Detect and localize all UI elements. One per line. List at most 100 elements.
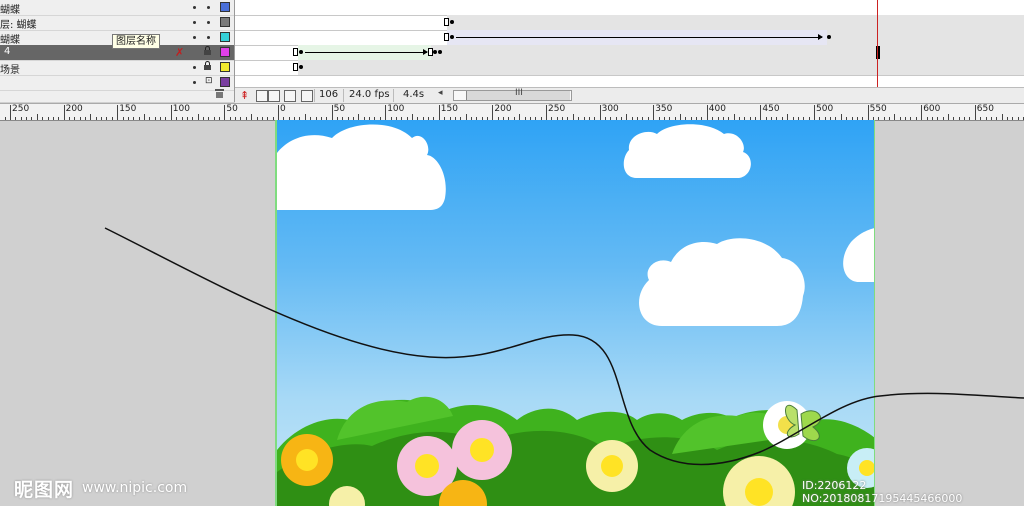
scroll-left-icon[interactable]: ◂	[438, 88, 443, 98]
scrollbar-thumb[interactable]: III	[466, 88, 570, 100]
lock-icon[interactable]	[204, 46, 211, 55]
layer-outline-color[interactable]	[220, 17, 230, 27]
ruler-tick	[144, 114, 145, 120]
eye-toggle-icon[interactable]	[193, 36, 196, 39]
ruler-tick	[915, 117, 917, 120]
keyframe[interactable]	[433, 50, 437, 54]
layer-row[interactable]: 层: 蝴蝶	[0, 15, 234, 31]
ruler-tick	[181, 117, 183, 120]
keyframe[interactable]	[450, 35, 454, 39]
ruler-tick	[653, 105, 655, 120]
timeline-row[interactable]	[235, 75, 1024, 87]
ruler-label: 550	[869, 104, 887, 114]
layer-name: 4	[4, 46, 11, 57]
cloud	[639, 238, 805, 326]
layer-outline-color[interactable]	[220, 47, 230, 57]
keyframe[interactable]	[299, 65, 303, 69]
layer-row[interactable]: ⊡	[0, 75, 234, 91]
layer-outline-color[interactable]	[220, 32, 230, 42]
frame-rate[interactable]: 24.0 fps	[349, 89, 390, 100]
ruler-tick	[90, 114, 92, 120]
keyframe[interactable]	[299, 50, 303, 54]
ruler-label: 350	[655, 104, 673, 114]
eye-toggle-icon[interactable]	[193, 66, 196, 69]
stage-border	[874, 120, 875, 506]
lock-toggle-icon[interactable]	[207, 6, 210, 9]
modify-markers-icon[interactable]	[301, 90, 313, 102]
eye-toggle-icon[interactable]	[193, 81, 196, 84]
layer-row[interactable]: 场景	[0, 60, 234, 76]
eye-toggle-icon[interactable]	[193, 21, 196, 24]
layer-outline-color[interactable]	[220, 62, 230, 72]
layer-row[interactable]: 蝴蝶	[0, 0, 234, 16]
ruler-tick	[31, 117, 33, 120]
center-frame-icon[interactable]: ⇞	[240, 89, 249, 102]
ruler-label: 100	[387, 104, 405, 114]
timeline-row-selected[interactable]	[235, 45, 1024, 61]
timeline-row[interactable]	[235, 0, 1024, 16]
timeline-row[interactable]	[235, 60, 1024, 76]
ruler-tick	[63, 105, 65, 120]
keyframe[interactable]	[827, 35, 831, 39]
timeline-row[interactable]	[235, 30, 1024, 46]
ruler-tick	[964, 117, 966, 120]
empty-keyframe[interactable]	[444, 18, 449, 26]
lock-toggle-icon[interactable]	[207, 36, 210, 39]
separator	[393, 89, 394, 102]
ruler-label: 650	[976, 104, 994, 114]
ruler-tick	[760, 105, 762, 120]
ruler-tick	[47, 117, 49, 120]
stage[interactable]	[277, 120, 875, 506]
ruler-tick	[272, 117, 274, 120]
ruler-tick	[127, 117, 129, 120]
outline-icon[interactable]: ⊡	[205, 76, 213, 86]
empty-keyframe[interactable]	[444, 33, 449, 41]
ruler-tick	[937, 117, 939, 120]
keyframe[interactable]	[438, 50, 442, 54]
lock-toggle-icon[interactable]	[207, 21, 210, 24]
edit-multiple-frames-icon[interactable]	[284, 90, 296, 102]
ruler-tick	[10, 105, 11, 120]
ruler-label: 200	[65, 104, 83, 114]
trash-icon[interactable]	[215, 89, 224, 98]
tooltip: 图层名称	[112, 34, 160, 49]
ruler-tick	[101, 117, 103, 120]
lock-icon[interactable]	[204, 61, 211, 70]
ruler-tick	[111, 117, 113, 120]
ruler-label: 250	[548, 104, 566, 114]
ruler-tick	[278, 105, 279, 120]
frame-span	[827, 30, 1024, 45]
ruler-tick	[208, 117, 210, 120]
layer-outline-color[interactable]	[220, 2, 230, 12]
timeline[interactable]	[235, 0, 1024, 87]
ruler-tick	[910, 117, 912, 120]
ruler-tick	[122, 117, 124, 120]
timeline-scrollbar[interactable]: III	[453, 88, 572, 101]
elapsed-time: 4.4s	[403, 89, 425, 100]
keyframe[interactable]	[450, 20, 454, 24]
eye-toggle-icon[interactable]	[193, 6, 196, 9]
ruler-label: 500	[816, 104, 834, 114]
empty-keyframe[interactable]	[293, 48, 298, 56]
ruler-tick	[95, 117, 97, 120]
cloud	[843, 228, 875, 282]
onion-skin-icon[interactable]	[256, 90, 268, 102]
ruler-tick	[79, 117, 81, 120]
tween-arrow	[456, 34, 823, 40]
ruler-tick	[883, 117, 885, 120]
empty-keyframe[interactable]	[293, 63, 298, 71]
ruler-tick	[974, 105, 976, 120]
ruler-tick	[58, 117, 60, 120]
scene-artwork	[277, 124, 875, 506]
onion-skin-outline-icon[interactable]	[268, 90, 280, 102]
ruler-tick	[814, 105, 815, 120]
ruler-tick	[245, 117, 247, 120]
playhead[interactable]	[877, 0, 878, 87]
ruler-tick	[931, 117, 933, 120]
ruler-tick	[170, 105, 172, 120]
timeline-row[interactable]	[235, 15, 1024, 31]
layer-name: 蝴蝶	[0, 35, 20, 46]
layer-outline-color[interactable]	[220, 77, 230, 87]
ruler-label: 450	[762, 104, 780, 114]
ruler-label: 150	[440, 104, 458, 114]
